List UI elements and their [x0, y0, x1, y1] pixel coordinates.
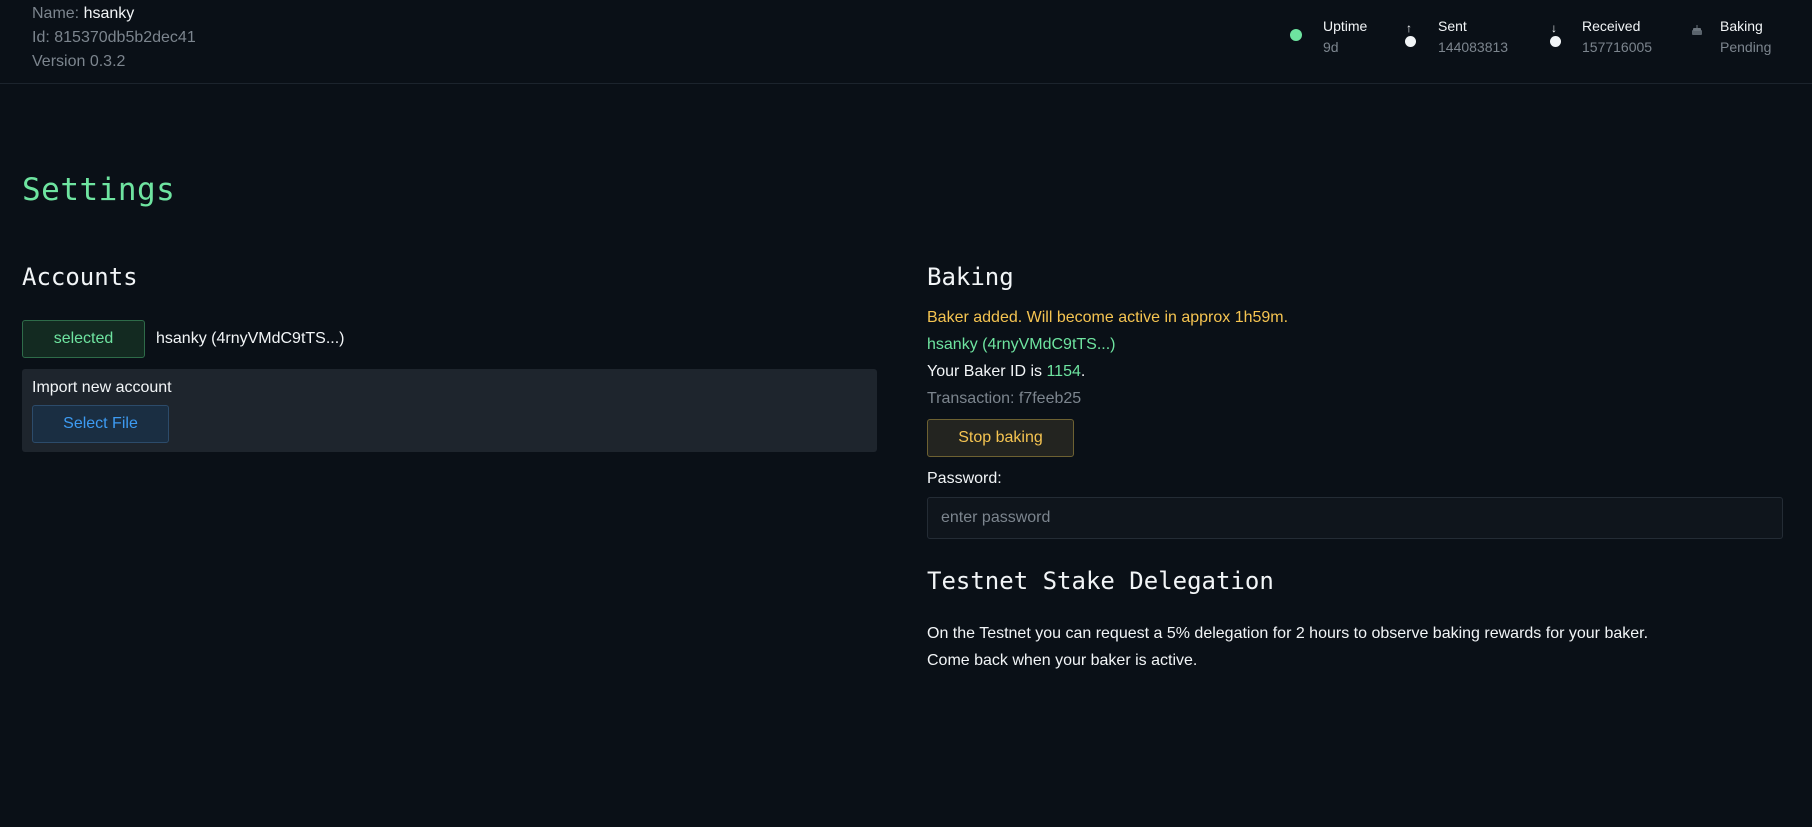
- baking-stat: Baking Pending: [1690, 15, 1800, 59]
- baker-status-message: Baker added. Will become active in appro…: [927, 309, 1289, 326]
- node-id-row: Id: 815370db5b2dec41: [32, 26, 196, 50]
- received-stat: ↓ Received 157716005: [1550, 15, 1690, 59]
- node-version-label: Version: [32, 53, 86, 70]
- node-name-label: Name:: [32, 5, 80, 22]
- baker-id-row: Your Baker ID is 1154.: [927, 361, 1085, 383]
- uptime-value: 9d: [1323, 39, 1339, 55]
- cake-icon: [1690, 23, 1704, 37]
- node-id-label: Id:: [32, 29, 50, 46]
- upload-arrow-icon: ↑: [1406, 21, 1412, 35]
- baker-id-value: 1154: [1046, 363, 1081, 380]
- baking-label: Baking: [1720, 18, 1763, 34]
- account-name: hsanky (4rnyVMdC9tTS...): [156, 330, 345, 347]
- import-account-label: Import new account: [32, 379, 172, 396]
- received-value: 157716005: [1582, 39, 1653, 55]
- sent-dot-icon: [1405, 36, 1416, 47]
- accounts-title: Accounts: [22, 263, 138, 291]
- received-label: Received: [1582, 18, 1641, 34]
- selected-account-badge[interactable]: selected: [22, 320, 145, 358]
- password-input[interactable]: [927, 497, 1783, 539]
- received-dot-icon: [1550, 36, 1561, 47]
- download-arrow-icon: ↓: [1551, 21, 1557, 35]
- transaction-id: Transaction: f7feeb25: [927, 390, 1082, 407]
- import-account-panel: Import new account Select File: [22, 369, 877, 452]
- baking-value: Pending: [1720, 39, 1772, 55]
- page-title: Settings: [22, 172, 176, 208]
- baker-id-prefix: Your Baker ID is: [927, 363, 1043, 380]
- select-file-button[interactable]: Select File: [32, 405, 169, 443]
- password-label: Password:: [927, 470, 1002, 487]
- baker-id-suffix: .: [1080, 363, 1086, 380]
- sent-stat: ↑ Sent 144083813: [1405, 15, 1545, 59]
- uptime-label: Uptime: [1323, 18, 1368, 34]
- sent-value: 144083813: [1438, 39, 1509, 55]
- uptime-stat: Uptime 9d: [1290, 15, 1410, 59]
- node-name-value: hsanky: [83, 5, 135, 22]
- sent-label: Sent: [1438, 18, 1467, 34]
- stop-baking-button[interactable]: Stop baking: [927, 419, 1074, 457]
- baking-title: Baking: [927, 263, 1014, 291]
- baker-account: hsanky (4rnyVMdC9tTS...): [927, 336, 1116, 353]
- uptime-status-dot-icon: [1290, 29, 1302, 41]
- node-name-row: Name: hsanky: [32, 2, 196, 26]
- delegation-line-1: On the Testnet you can request a 5% dele…: [927, 625, 1649, 642]
- node-id-value: 815370db5b2dec41: [54, 29, 196, 46]
- top-bar: Name: hsanky Id: 815370db5b2dec41 Versio…: [0, 0, 1812, 84]
- node-version-value: 0.3.2: [89, 53, 126, 70]
- delegation-description: On the Testnet you can request a 5% dele…: [927, 620, 1648, 674]
- delegation-line-2: Come back when your baker is active.: [927, 652, 1198, 669]
- node-info: Name: hsanky Id: 815370db5b2dec41 Versio…: [32, 2, 196, 74]
- delegation-title: Testnet Stake Delegation: [927, 567, 1274, 595]
- node-version-row: Version 0.3.2: [32, 50, 196, 74]
